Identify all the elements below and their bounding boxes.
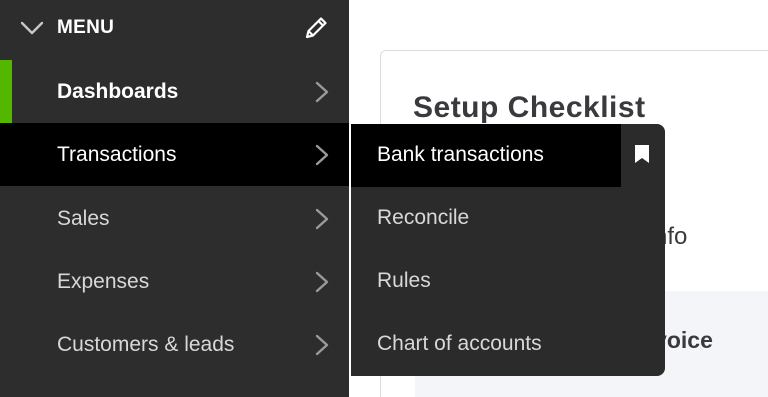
submenu-item-bank-transactions[interactable]: Bank transactions — [351, 124, 621, 187]
submenu-item-label: Reconcile — [377, 206, 470, 229]
submenu-item-label: Bank transactions — [377, 143, 544, 166]
sidebar-item-label: Expenses — [57, 270, 150, 293]
chevron-down-icon[interactable] — [20, 16, 44, 40]
sidebar-item-transactions[interactable]: Transactions — [0, 123, 349, 186]
sidebar-item-dashboards[interactable]: Dashboards — [0, 60, 349, 123]
active-indicator — [0, 60, 12, 123]
sidebar-item-sales[interactable]: Sales — [0, 187, 349, 250]
sidebar-item-expenses[interactable]: Expenses — [0, 250, 349, 313]
chevron-right-icon — [315, 81, 329, 103]
submenu-item-label: Chart of accounts — [377, 332, 542, 355]
chevron-right-icon — [315, 271, 329, 293]
sidebar-item-label: Customers & leads — [57, 333, 235, 356]
sidebar-nav: MENU Dashboards Transactions Sales Expen… — [0, 0, 349, 397]
sidebar-item-customers-leads[interactable]: Customers & leads — [0, 313, 349, 376]
sidebar-item-label: Dashboards — [57, 80, 179, 103]
submenu-item-label: Rules — [377, 269, 431, 292]
sidebar-item-label: Transactions — [57, 143, 177, 166]
menu-label: MENU — [57, 17, 115, 38]
submenu-item-rules[interactable]: Rules — [351, 250, 621, 313]
pencil-icon[interactable] — [301, 13, 331, 43]
chevron-right-icon — [315, 334, 329, 356]
transactions-submenu: Bank transactions Reconcile Rules Chart … — [351, 124, 665, 376]
sidebar-item-label: Sales — [57, 207, 110, 230]
chevron-right-icon — [315, 144, 329, 166]
submenu-item-chart-of-accounts[interactable]: Chart of accounts — [351, 313, 621, 376]
page-title: Setup Checklist — [413, 91, 646, 124]
chevron-right-icon — [315, 208, 329, 230]
menu-header[interactable]: MENU — [0, 0, 349, 58]
submenu-item-reconcile[interactable]: Reconcile — [351, 187, 621, 250]
bookmark-icon[interactable] — [634, 144, 650, 164]
